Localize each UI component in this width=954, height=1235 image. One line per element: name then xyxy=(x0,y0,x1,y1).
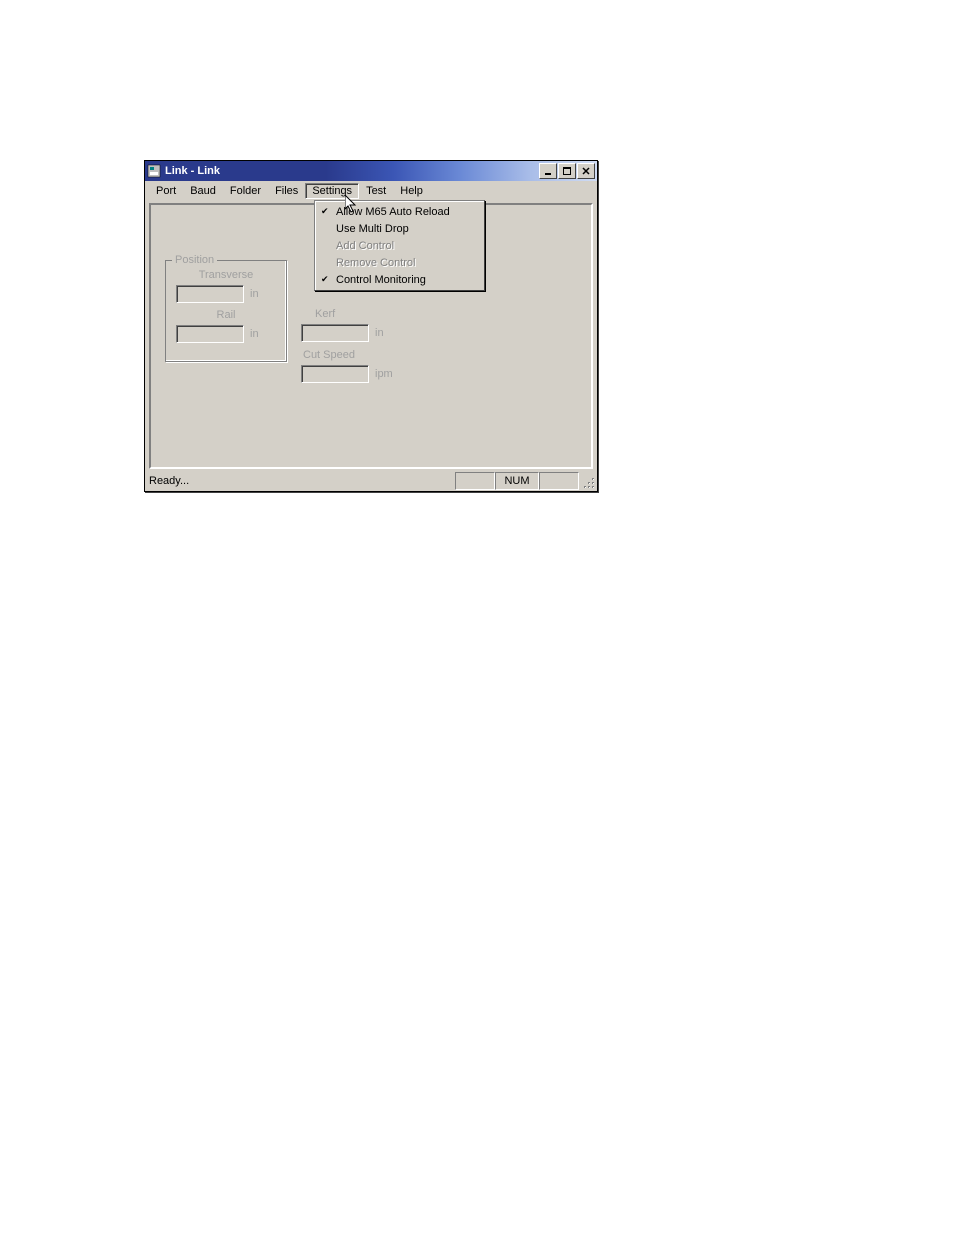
cutspeed-label: Cut Speed xyxy=(303,349,355,361)
rail-label: Rail xyxy=(166,309,286,321)
kerf-label: Kerf xyxy=(315,308,335,320)
menu-files[interactable]: Files xyxy=(268,183,305,199)
rail-input[interactable] xyxy=(176,325,244,343)
window-title: Link - Link xyxy=(165,165,538,177)
settings-dropdown: ✔ Allow M65 Auto Reload Use Multi Drop A… xyxy=(314,200,485,291)
statusbar: Ready... NUM xyxy=(145,471,597,491)
transverse-label: Transverse xyxy=(166,269,286,281)
check-icon: ✔ xyxy=(321,206,329,217)
menu-item-label: Use Multi Drop xyxy=(336,223,409,235)
kerf-input[interactable] xyxy=(301,324,369,342)
transverse-unit: in xyxy=(250,288,259,300)
menu-settings[interactable]: Settings xyxy=(305,183,359,199)
status-num: NUM xyxy=(495,472,539,490)
menubar: Port Baud Folder Files Settings Test Hel… xyxy=(145,181,597,200)
menu-help[interactable]: Help xyxy=(393,183,430,199)
menu-item-label: Allow M65 Auto Reload xyxy=(336,206,450,218)
menu-baud[interactable]: Baud xyxy=(183,183,223,199)
menu-folder[interactable]: Folder xyxy=(223,183,268,199)
menu-item-label: Control Monitoring xyxy=(336,274,426,286)
cutspeed-unit: ipm xyxy=(375,368,393,380)
menu-control-monitoring[interactable]: ✔ Control Monitoring xyxy=(316,271,483,288)
titlebar[interactable]: Link - Link xyxy=(145,161,597,181)
transverse-input[interactable] xyxy=(176,285,244,303)
minimize-button[interactable] xyxy=(539,163,557,179)
menu-port[interactable]: Port xyxy=(149,183,183,199)
resize-grip[interactable] xyxy=(579,473,597,490)
menu-item-label: Remove Control xyxy=(336,257,415,269)
status-ready: Ready... xyxy=(145,475,455,487)
menu-add-control: Add Control xyxy=(316,237,483,254)
menu-allow-m65-auto-reload[interactable]: ✔ Allow M65 Auto Reload xyxy=(316,203,483,220)
menu-test[interactable]: Test xyxy=(359,183,393,199)
app-icon xyxy=(147,164,161,178)
kerf-unit: in xyxy=(375,327,384,339)
maximize-button[interactable] xyxy=(558,163,576,179)
menu-item-label: Add Control xyxy=(336,240,394,252)
app-window: Link - Link Port Baud Folder Files Setti… xyxy=(144,160,598,492)
menu-remove-control: Remove Control xyxy=(316,254,483,271)
check-icon: ✔ xyxy=(321,274,329,285)
close-button[interactable] xyxy=(577,163,595,179)
menu-use-multi-drop[interactable]: Use Multi Drop xyxy=(316,220,483,237)
status-pane-2 xyxy=(539,472,579,490)
position-legend: Position xyxy=(172,254,217,266)
cutspeed-input[interactable] xyxy=(301,365,369,383)
window-controls xyxy=(538,163,595,179)
position-groupbox: Position Transverse in Rail in xyxy=(165,260,287,362)
rail-unit: in xyxy=(250,328,259,340)
status-pane-1 xyxy=(455,472,495,490)
